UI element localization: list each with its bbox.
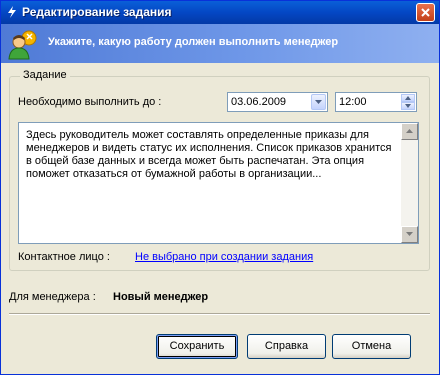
user-task-icon xyxy=(8,30,37,60)
time-value: 12:00 xyxy=(339,96,367,108)
manager-value: Новый менеджер xyxy=(113,291,209,303)
time-input[interactable]: 12:00 xyxy=(335,92,417,112)
vertical-scrollbar[interactable] xyxy=(401,123,418,243)
help-button[interactable]: Справка xyxy=(247,334,326,359)
contact-link[interactable]: Не выбрано при создании задания xyxy=(135,251,313,263)
chevron-down-icon xyxy=(315,100,322,104)
title-bar[interactable]: Редактирование задания xyxy=(1,1,439,24)
scroll-up-button[interactable] xyxy=(401,123,418,140)
header-banner: Укажите, какую работу должен выполнить м… xyxy=(1,24,439,63)
deadline-label: Необходимо выполнить до : xyxy=(18,96,162,108)
arrow-up-icon xyxy=(405,96,411,100)
lightning-icon xyxy=(8,6,16,18)
edit-task-dialog: Редактирование задания Укажите, какую ра… xyxy=(0,0,440,375)
date-dropdown-button[interactable] xyxy=(311,94,326,110)
arrow-down-icon xyxy=(406,232,413,236)
close-icon xyxy=(421,8,430,17)
date-picker[interactable]: 03.06.2009 xyxy=(227,92,328,112)
task-group-legend: Задание xyxy=(20,69,70,81)
task-description-text: Здесь руководитель может составлять опре… xyxy=(26,129,392,180)
cancel-button[interactable]: Отмена xyxy=(332,334,411,359)
time-spin-up[interactable] xyxy=(401,94,415,102)
time-spin-down[interactable] xyxy=(401,102,415,110)
arrow-up-icon xyxy=(406,129,413,133)
banner-text: Укажите, какую работу должен выполнить м… xyxy=(48,36,339,48)
contact-label: Контактное лицо : xyxy=(18,251,110,263)
arrow-down-icon xyxy=(405,104,411,108)
manager-label: Для менеджера : xyxy=(9,291,96,303)
scroll-down-button[interactable] xyxy=(401,226,418,243)
date-value: 03.06.2009 xyxy=(231,96,287,108)
divider xyxy=(9,313,430,315)
task-description-textarea[interactable]: Здесь руководитель может составлять опре… xyxy=(18,122,419,244)
save-button[interactable]: Сохранить xyxy=(156,334,238,359)
close-button[interactable] xyxy=(416,3,435,22)
window-title: Редактирование задания xyxy=(22,5,172,19)
